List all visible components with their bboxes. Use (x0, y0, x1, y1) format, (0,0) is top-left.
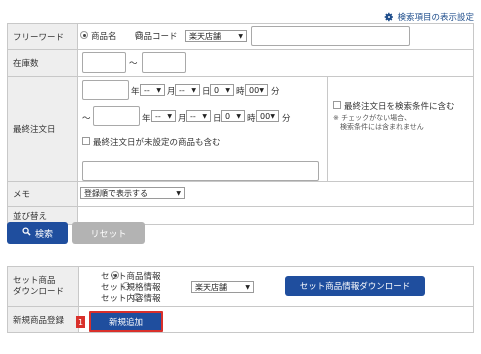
search-icon (22, 227, 31, 239)
new-add-button-label: 新規追加 (108, 317, 143, 328)
chevron-down-icon: ▼ (259, 87, 264, 94)
chevron-down-icon: ▼ (245, 284, 250, 291)
to-day-select-value: -- (190, 112, 196, 121)
to-minute-select-value: 00 (260, 112, 271, 121)
to-minute-select[interactable]: 00 ▼ (256, 110, 279, 122)
product-name-radio[interactable] (80, 31, 88, 39)
freeword-shop-select-value: 楽天店舗 (189, 32, 221, 41)
stock-range-tilde: ～ (129, 59, 138, 69)
use-as-condition-checkbox[interactable] (333, 101, 341, 109)
from-hour-select[interactable]: 0 ▼ (210, 84, 234, 96)
from-hour-unit: 時 (236, 87, 245, 97)
from-minute-select[interactable]: 00 ▼ (245, 84, 268, 96)
chevron-down-icon: ▼ (225, 87, 230, 94)
search-button[interactable]: 検索 (7, 222, 68, 244)
sort-select-value: 登録順で表示する (84, 189, 148, 198)
include-unset-checkbox[interactable] (82, 137, 90, 145)
new-register-label: 新規商品登録 (7, 306, 79, 333)
sort-select[interactable]: 登録順で表示する ▼ (80, 187, 185, 199)
last-order-from-year-input[interactable] (82, 80, 129, 100)
freeword-label: フリーワード (7, 23, 78, 50)
last-order-label: 最終注文日 (7, 76, 78, 182)
include-unset-label: 最終注文日が未設定の商品も含む (93, 138, 221, 148)
settings-link-label: 検索項目の表示設定 (397, 13, 474, 23)
from-minute-unit: 分 (271, 87, 280, 97)
from-hour-select-value: 0 (214, 86, 220, 95)
from-month-select[interactable]: -- ▼ (140, 84, 165, 96)
set-download-button[interactable]: セット商品情報ダウンロード (285, 276, 425, 296)
chevron-down-icon: ▼ (156, 87, 161, 94)
stock-label: 在庫数 (7, 49, 78, 77)
set-shop-select[interactable]: 楽天店舗 ▼ (191, 281, 254, 293)
search-button-label: 検索 (34, 229, 53, 240)
step-badge: 1 (76, 316, 85, 328)
set-download-label-line2: ダウンロード (13, 286, 65, 297)
use-as-condition-label: 最終注文日を検索条件に含む (344, 102, 455, 112)
chevron-down-icon: ▼ (176, 190, 181, 197)
from-month-select-value: -- (144, 86, 150, 95)
to-hour-unit: 時 (247, 114, 256, 124)
chevron-down-icon: ▼ (236, 113, 241, 120)
reset-button-label: リセット (90, 229, 127, 240)
chevron-down-icon: ▼ (270, 113, 275, 120)
from-day-select-value: -- (179, 86, 185, 95)
stock-min-input[interactable] (82, 52, 126, 73)
to-hour-select-value: 0 (225, 112, 231, 121)
from-day-select[interactable]: -- ▼ (175, 84, 200, 96)
last-order-to-year-input[interactable] (93, 106, 140, 126)
from-minute-select-value: 00 (249, 86, 260, 95)
to-hour-select[interactable]: 0 ▼ (221, 110, 245, 122)
from-year-unit: 年 (131, 87, 140, 97)
to-month-select[interactable]: -- ▼ (151, 110, 176, 122)
set-download-button-label: セット商品情報ダウンロード (299, 282, 411, 292)
product-code-radio-label: 商品コード (135, 32, 178, 42)
to-year-unit: 年 (142, 114, 151, 124)
set-download-label-line1: セット商品 (13, 275, 56, 286)
stock-max-input[interactable] (142, 52, 186, 73)
set-content-info-label: セット内容情報 (101, 294, 161, 304)
chevron-down-icon: ▼ (167, 113, 172, 120)
chevron-down-icon: ▼ (202, 113, 207, 120)
last-order-range-tilde: ～ (82, 114, 91, 124)
memo-label: メモ (7, 181, 78, 207)
condition-note-line2: 検索条件には含まれません (340, 123, 424, 131)
freeword-shop-select[interactable]: 楽天店舗 ▼ (185, 30, 247, 42)
freeword-input[interactable] (251, 26, 410, 46)
chevron-down-icon: ▼ (238, 33, 243, 40)
to-minute-unit: 分 (282, 114, 291, 124)
chevron-down-icon: ▼ (191, 87, 196, 94)
new-add-button[interactable]: 新規追加 (89, 311, 163, 332)
search-settings-link[interactable]: 検索項目の表示設定 (384, 11, 474, 23)
gear-icon (385, 12, 394, 22)
product-name-radio-label: 商品名 (91, 32, 117, 42)
to-month-select-value: -- (155, 112, 161, 121)
reset-button[interactable]: リセット (72, 222, 145, 244)
to-day-select[interactable]: -- ▼ (186, 110, 211, 122)
set-shop-select-value: 楽天店舗 (195, 283, 227, 292)
memo-input[interactable] (82, 161, 319, 181)
